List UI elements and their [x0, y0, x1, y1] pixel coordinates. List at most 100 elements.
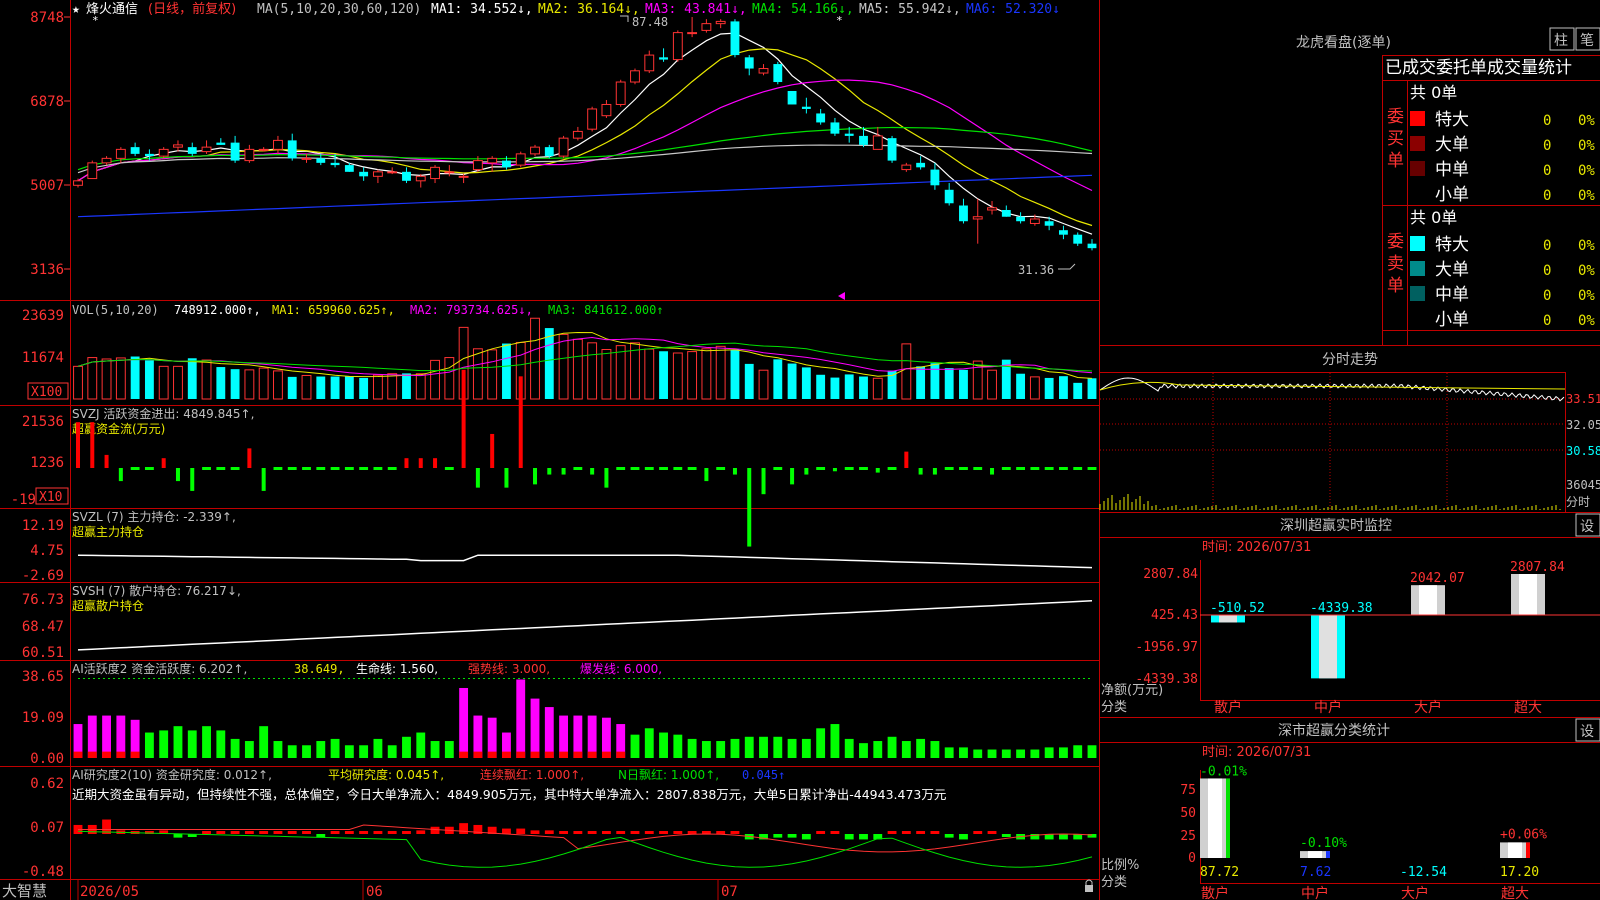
sell-order-label: 委卖单 — [1387, 232, 1404, 296]
date-label: 07 — [721, 884, 738, 900]
volume-bar — [230, 369, 240, 399]
intraday-plot[interactable] — [1099, 373, 1566, 511]
sz-settings-button-label: 设 — [1580, 519, 1594, 535]
flow-bar — [816, 467, 826, 470]
research-bar — [173, 834, 183, 838]
activity-base — [601, 751, 611, 758]
activity-bar — [887, 736, 897, 758]
szc-axis-tick: 75 — [1180, 783, 1196, 798]
volume-bar — [359, 377, 369, 399]
volume-bar — [801, 367, 811, 399]
activity-bar — [359, 745, 369, 758]
volume-bar — [372, 374, 383, 400]
sz-plot[interactable]: 2807.84425.43-1956.97-4339.38-510.52散户-4… — [1135, 560, 1600, 716]
volume-bar — [644, 348, 655, 400]
candle-body — [644, 54, 655, 72]
szc-axis-tick: 50 — [1180, 806, 1196, 821]
favorite-star-icon[interactable]: ★ — [72, 2, 80, 17]
svzl-line — [77, 554, 1093, 569]
candle-body — [916, 162, 926, 168]
activity-base — [530, 751, 540, 758]
candle-body — [601, 103, 612, 117]
intraday-unit: 分时 — [1566, 495, 1590, 509]
svzj-tick: -19 — [11, 492, 36, 508]
activity-base — [130, 751, 140, 758]
volume-ma-line — [77, 342, 1093, 372]
candle-body — [1059, 230, 1068, 235]
event-marker-icon[interactable]: * — [836, 14, 843, 27]
volume-bar — [415, 373, 426, 400]
sz-net-bar-highlight — [1319, 615, 1337, 679]
event-marker-icon[interactable]: * — [92, 14, 99, 27]
brand-logo: 大智慧 — [2, 882, 47, 900]
ai2-label: AI研究度2(10) 资金研究度: 0.012↑, — [72, 767, 272, 782]
volume-bar — [930, 363, 940, 399]
candle-body — [587, 108, 598, 130]
order-percent: 0% — [1578, 263, 1595, 279]
lock-icon[interactable] — [1085, 885, 1093, 892]
vol-plot[interactable] — [73, 317, 1097, 400]
order-type-label: 大单 — [1435, 260, 1469, 280]
candle-body — [173, 144, 183, 148]
date-label: 2026/05 — [80, 884, 139, 900]
flow-bar — [918, 468, 923, 475]
price-tick: 6878 — [30, 94, 64, 110]
svsh-axis: 76.73 68.47 60.51 — [22, 592, 64, 661]
sz-bar-value: -4339.38 — [1310, 601, 1373, 616]
research-bar — [916, 831, 926, 834]
volume-bar — [872, 377, 883, 400]
activity-base — [544, 751, 554, 758]
flow-bar — [875, 468, 880, 473]
candle-body — [1001, 209, 1011, 217]
ai2-plot[interactable] — [73, 819, 1097, 868]
period-label[interactable]: (日线，前复权) — [148, 1, 236, 17]
svzl-plot[interactable] — [77, 554, 1093, 569]
activity-bar — [1001, 749, 1011, 758]
sz-category: 大户 — [1414, 699, 1442, 716]
price-tick: 5007 — [30, 178, 64, 194]
activity-bar — [330, 738, 340, 758]
price-plot[interactable] — [73, 17, 1097, 251]
szc-category: 散户 — [1201, 885, 1229, 900]
ai-plot[interactable] — [73, 677, 1097, 758]
volume-bar — [630, 342, 640, 400]
research-bar — [402, 831, 411, 834]
flow-bar — [287, 467, 297, 470]
flow-bar — [344, 467, 354, 470]
flow-bar — [659, 467, 668, 470]
activity-bar — [873, 741, 883, 758]
tick-mode-button-label: 笔 — [1580, 33, 1594, 49]
volume-bar — [901, 343, 912, 400]
svsh-plot[interactable] — [77, 600, 1093, 651]
order-count: 0 — [1543, 263, 1551, 279]
flow-bar — [673, 467, 683, 470]
flow-bar — [90, 422, 95, 468]
ai-v2: 38.649, — [294, 662, 345, 676]
right-panel: 龙虎看盘(逐单) 柱 笔 已成交委托单成交量统计 委买单 委卖单 共 0单 共 … — [1099, 27, 1600, 900]
activity-bar — [302, 745, 311, 758]
vol-panel-header: VOL(5,10,20) 748912.000↑, MA1: 659960.62… — [72, 303, 664, 317]
szc-axis-tick: 25 — [1180, 829, 1196, 844]
candle-body — [701, 23, 712, 31]
chart-header: ★ 烽火通信 (日线，前复权) MA(5,10,20,30,60,120) MA… — [72, 1, 1060, 17]
activity-bar — [202, 726, 211, 758]
candle-body — [544, 147, 554, 157]
svsh-tick: 60.51 — [22, 645, 64, 661]
candle-body — [1073, 234, 1083, 244]
candle-body — [330, 162, 340, 166]
candle-body — [273, 139, 283, 150]
candle-body — [458, 175, 469, 178]
vol-ma2: MA2: 793734.625↓, — [410, 303, 533, 317]
activity-bar — [216, 730, 226, 758]
candle-body — [558, 137, 569, 157]
flow-bar — [302, 467, 311, 470]
ai2-axis: 0.62 0.07 -0.48 — [22, 776, 64, 880]
szc-plot[interactable]: 75 50 25 0 -0.01% 87.72 散户 -0.10% 7.62 中户 -12.54 大户… — [1180, 764, 1547, 900]
szc-settings-button-label: 设 — [1580, 724, 1594, 740]
ai-tick: 19.09 — [22, 710, 64, 726]
activity-bar — [973, 749, 983, 758]
volume-bar — [773, 359, 783, 399]
volume-bar — [301, 374, 312, 400]
activity-bar — [901, 741, 911, 758]
sz-monitor-title: 深圳超赢实时监控 — [1280, 517, 1392, 534]
